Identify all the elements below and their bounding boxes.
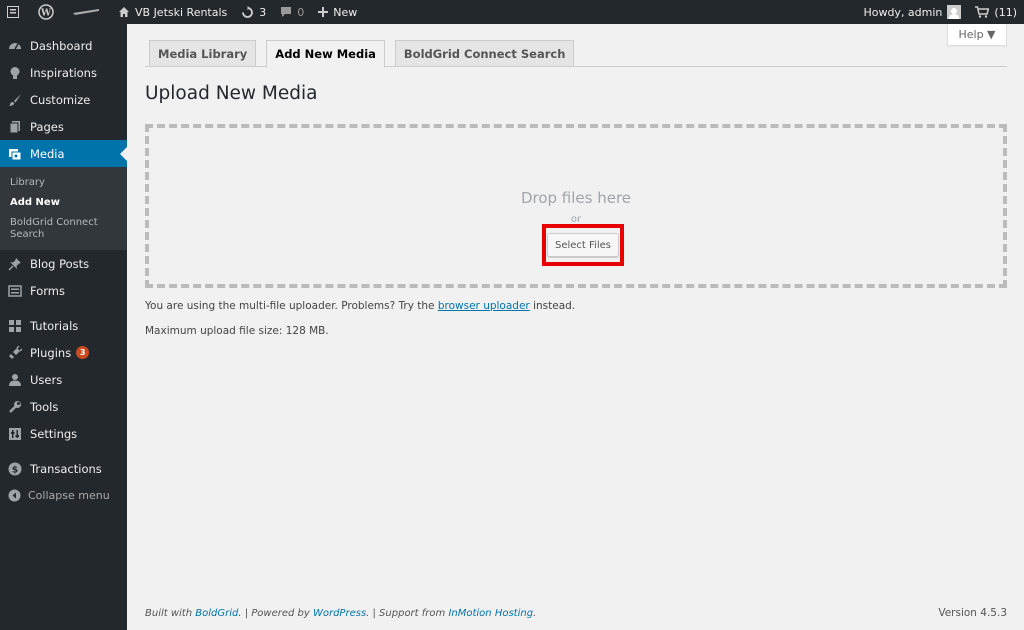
my-account-link[interactable]: Howdy, admin: [856, 0, 968, 24]
sidebar-item-tools[interactable]: Tools: [0, 393, 127, 420]
sidebar-item-label: Transactions: [30, 461, 102, 476]
boldgrid-logo-button[interactable]: [66, 0, 111, 24]
sidebar-item-dashboard[interactable]: Dashboard: [0, 32, 127, 59]
boldgrid-link[interactable]: BoldGrid: [195, 608, 238, 619]
wordpress-logo-button[interactable]: W: [31, 0, 66, 24]
sidebar-toggle-button[interactable]: [0, 0, 31, 24]
footer-end: .: [533, 608, 537, 619]
tutorials-icon: [9, 319, 21, 332]
settings-icon: [9, 427, 21, 440]
footer-built-with: Built with: [145, 608, 196, 619]
tab-media-library[interactable]: Media Library: [149, 40, 257, 67]
sidebar-item-inspirations[interactable]: Inspirations: [0, 59, 127, 86]
home-icon: [119, 7, 129, 17]
svg-text:W: W: [40, 9, 52, 19]
new-content-link[interactable]: New: [311, 0, 364, 24]
sidebar-item-settings[interactable]: Settings: [0, 420, 127, 447]
admin-sidebar: Dashboard Inspirations Customize Pages M…: [0, 24, 127, 630]
admin-bar: W VB Jetski Rentals 3 0 New Howdy, admin…: [0, 0, 1024, 24]
media-icon: [9, 148, 22, 160]
tab-add-new-media[interactable]: Add New Media: [266, 40, 385, 68]
uploader-note: You are using the multi-file uploader. P…: [145, 300, 575, 312]
sidebar-item-label: Media: [30, 146, 65, 161]
lightbulb-icon: [10, 66, 20, 79]
sidebar-item-label: Users: [30, 372, 63, 387]
dollar-icon: $: [8, 462, 22, 475]
sidebar-item-transactions[interactable]: $ Transactions: [0, 455, 127, 482]
submenu-item-add-new[interactable]: Add New: [0, 193, 127, 213]
upload-drop-area[interactable]: Drop files here or Select Files: [145, 124, 1007, 288]
sidebar-item-label: Blog Posts: [30, 256, 90, 271]
version-text: Version 4.5.3: [938, 607, 1007, 619]
new-label: New: [333, 5, 358, 19]
uploader-note-after: instead.: [529, 300, 576, 312]
sidebar-item-label: Tools: [30, 399, 59, 414]
sidebar-item-tutorials[interactable]: Tutorials: [0, 312, 127, 339]
media-tabs: Media Library Add New Media BoldGrid Con…: [145, 40, 1007, 68]
max-upload-size: Maximum upload file size: 128 MB.: [145, 325, 329, 337]
plugins-update-badge: 3: [76, 346, 90, 359]
sidebar-item-label: Plugins: [30, 345, 72, 360]
updates-icon: [242, 5, 254, 18]
plugin-icon: [9, 345, 22, 359]
howdy-text: Howdy, admin: [863, 5, 943, 19]
drop-files-text: Drop files here: [520, 189, 632, 207]
comments-link[interactable]: 0: [273, 0, 311, 24]
wordpress-link[interactable]: WordPress: [313, 608, 366, 619]
wordpress-logo-icon: W: [38, 4, 54, 20]
avatar: [947, 5, 962, 19]
collapse-icon: [8, 489, 21, 502]
comments-count: 0: [297, 5, 305, 19]
boldgrid-logo-icon: [73, 9, 99, 15]
collapse-menu-button[interactable]: Collapse menu: [0, 482, 127, 509]
page-title: Upload New Media: [145, 83, 318, 104]
sidebar-item-blog-posts[interactable]: Blog Posts: [0, 250, 127, 277]
uploader-note-before: You are using the multi-file uploader. P…: [145, 300, 438, 312]
sidebar-item-users[interactable]: Users: [0, 366, 127, 393]
plus-icon: [318, 7, 329, 17]
menu-toggle-icon: [7, 6, 19, 18]
sidebar-item-media[interactable]: Media: [0, 140, 127, 167]
brush-icon: [9, 93, 21, 106]
collapse-menu-label: Collapse menu: [28, 489, 110, 502]
select-files-button[interactable]: Select Files: [547, 233, 619, 257]
sidebar-item-label: Dashboard: [30, 38, 93, 53]
sidebar-item-forms[interactable]: Forms: [0, 277, 127, 304]
media-submenu: Library Add New BoldGrid Connect Search: [0, 167, 127, 250]
wrench-icon: [9, 400, 21, 413]
browser-uploader-link[interactable]: browser uploader: [438, 300, 530, 312]
submenu-item-boldgrid-connect-search[interactable]: BoldGrid Connect Search: [0, 213, 127, 245]
dashboard-icon: [9, 42, 21, 49]
submenu-item-library[interactable]: Library: [0, 173, 127, 193]
pushpin-icon: [8, 257, 21, 271]
pages-icon: [9, 120, 20, 133]
user-icon: [9, 373, 21, 386]
sidebar-item-label: Forms: [30, 283, 65, 298]
tab-boldgrid-connect-search[interactable]: BoldGrid Connect Search: [394, 40, 575, 67]
sidebar-item-pages[interactable]: Pages: [0, 113, 127, 140]
cart-icon: [975, 6, 990, 18]
updates-count: 3: [259, 5, 267, 19]
cart-count: (11): [994, 5, 1017, 19]
footer-sep2: . | Support from: [366, 608, 449, 619]
svg-text:$: $: [12, 465, 18, 475]
footer-sep1: . | Powered by: [238, 608, 313, 619]
site-name: VB Jetski Rentals: [135, 5, 228, 19]
updates-link[interactable]: 3: [234, 0, 273, 24]
comment-icon: [281, 7, 292, 17]
sidebar-item-label: Customize: [30, 92, 91, 107]
sidebar-item-label: Settings: [30, 426, 78, 441]
sidebar-item-label: Inspirations: [30, 65, 97, 80]
sidebar-item-label: Pages: [30, 119, 64, 134]
forms-icon: [8, 284, 22, 297]
sidebar-item-customize[interactable]: Customize: [0, 86, 127, 113]
site-name-link[interactable]: VB Jetski Rentals: [111, 0, 234, 24]
footer-credits: Built with BoldGrid. | Powered by WordPr…: [145, 608, 536, 619]
sidebar-item-plugins[interactable]: Plugins 3: [0, 339, 127, 366]
cart-link[interactable]: (11): [968, 0, 1024, 24]
sidebar-item-label: Tutorials: [30, 318, 79, 333]
inmotion-link[interactable]: InMotion Hosting: [448, 608, 533, 619]
